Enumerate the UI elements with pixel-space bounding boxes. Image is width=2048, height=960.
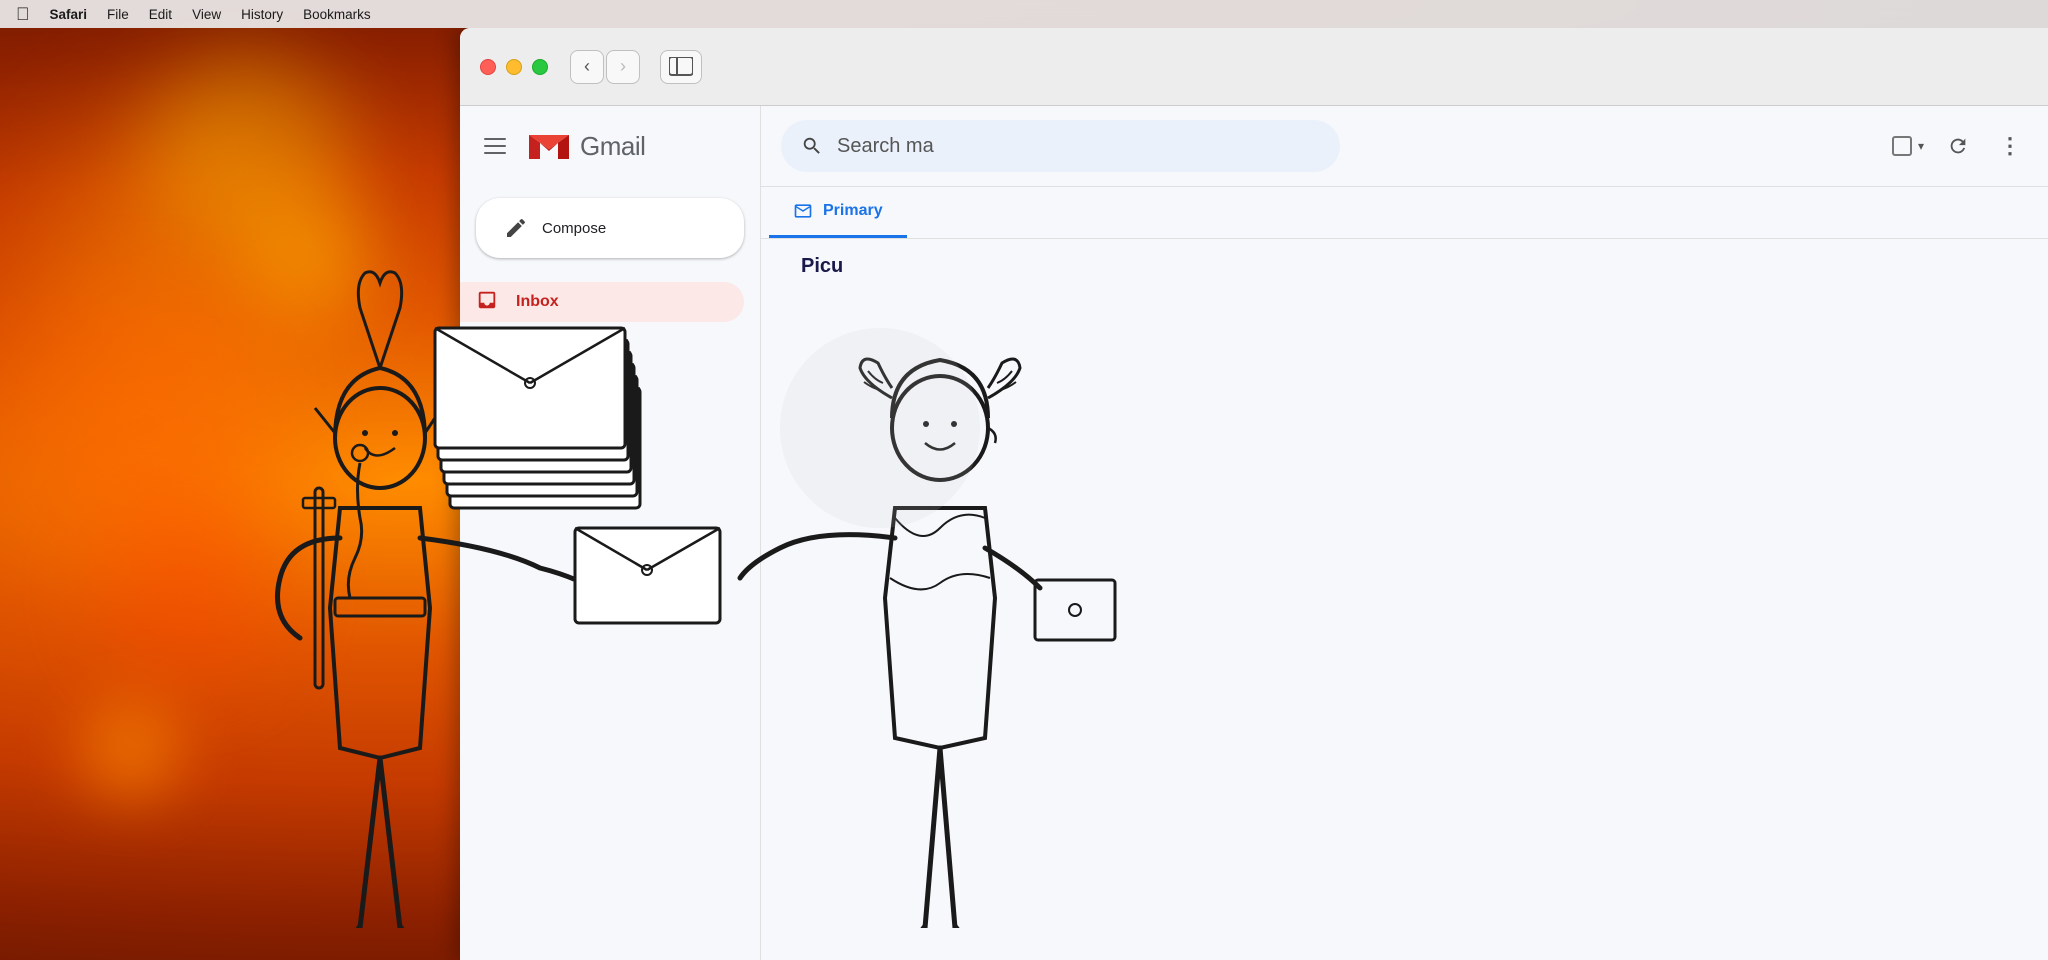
- close-button[interactable]: [480, 59, 496, 75]
- forward-icon: ›: [620, 56, 626, 77]
- sidebar-item-starred[interactable]: Starred: [460, 322, 744, 362]
- more-vert-icon: ⋮: [1999, 133, 2021, 159]
- safari-menu[interactable]: Safari: [50, 7, 88, 22]
- hamburger-menu[interactable]: [476, 130, 514, 162]
- gmail-sidebar: Gmail Compose Inb: [460, 106, 760, 960]
- search-bar[interactable]: Search ma: [781, 120, 1340, 172]
- primary-tab-label: Primary: [823, 202, 883, 220]
- minimize-button[interactable]: [506, 59, 522, 75]
- safari-toolbar: ‹ ›: [460, 28, 2048, 106]
- gmail-header: Gmail: [460, 106, 760, 186]
- sidebar-nav: Inbox Starred: [460, 274, 760, 370]
- traffic-lights: [480, 59, 548, 75]
- maximize-button[interactable]: [532, 59, 548, 75]
- compose-button[interactable]: Compose: [476, 198, 744, 258]
- hamburger-bar-3: [484, 152, 506, 154]
- back-button[interactable]: ‹: [570, 50, 604, 84]
- search-placeholder-text: Search ma: [837, 135, 934, 158]
- refresh-icon: [1947, 135, 1969, 157]
- hamburger-bar-2: [484, 145, 506, 147]
- checkbox-box[interactable]: [1892, 136, 1912, 156]
- edit-menu[interactable]: Edit: [149, 7, 172, 22]
- header-left: Gmail: [460, 121, 760, 171]
- more-options-button[interactable]: ⋮: [1992, 128, 2028, 164]
- nav-buttons: ‹ ›: [570, 50, 640, 84]
- inbox-icon: [476, 289, 498, 316]
- view-menu[interactable]: View: [192, 7, 221, 22]
- gmail-tabs: Primary: [761, 187, 2048, 239]
- select-all-checkbox[interactable]: ▾: [1892, 136, 1924, 156]
- gmail-area: Gmail Compose Inb: [460, 106, 2048, 960]
- inbox-label: Inbox: [516, 293, 559, 311]
- history-menu[interactable]: History: [241, 7, 283, 22]
- gmail-main: Search ma ▾ ⋮: [760, 106, 2048, 960]
- sidebar-toggle-button[interactable]: [660, 50, 702, 84]
- tab-primary[interactable]: Primary: [769, 187, 907, 238]
- hamburger-bar-1: [484, 138, 506, 140]
- gmail-logo: Gmail: [524, 121, 645, 171]
- back-icon: ‹: [584, 56, 590, 77]
- sidebar-item-inbox[interactable]: Inbox: [460, 282, 744, 322]
- sidebar-toggle-icon: [669, 57, 693, 77]
- browser-window: ‹ ›: [460, 28, 2048, 960]
- apple-menu[interactable]: : [16, 4, 30, 25]
- compose-pencil-icon: [504, 216, 528, 240]
- refresh-button[interactable]: [1940, 128, 1976, 164]
- gmail-label: Gmail: [580, 131, 645, 162]
- forward-button[interactable]: ›: [606, 50, 640, 84]
- picu-label: Picu: [801, 255, 843, 278]
- primary-tab-icon: [793, 201, 813, 221]
- primary-content-row: Picu: [761, 239, 2048, 294]
- bookmarks-menu[interactable]: Bookmarks: [303, 7, 371, 22]
- macos-menubar:  Safari File Edit View History Bookmark…: [0, 0, 2048, 28]
- main-controls-row: Search ma ▾ ⋮: [761, 106, 2048, 187]
- gmail-m-icon: [524, 121, 574, 171]
- search-icon: [801, 135, 823, 157]
- starred-label: Starred: [516, 333, 568, 351]
- select-dropdown-icon[interactable]: ▾: [1918, 139, 1924, 153]
- starred-icon: [476, 329, 498, 356]
- compose-label: Compose: [542, 220, 606, 237]
- file-menu[interactable]: File: [107, 7, 129, 22]
